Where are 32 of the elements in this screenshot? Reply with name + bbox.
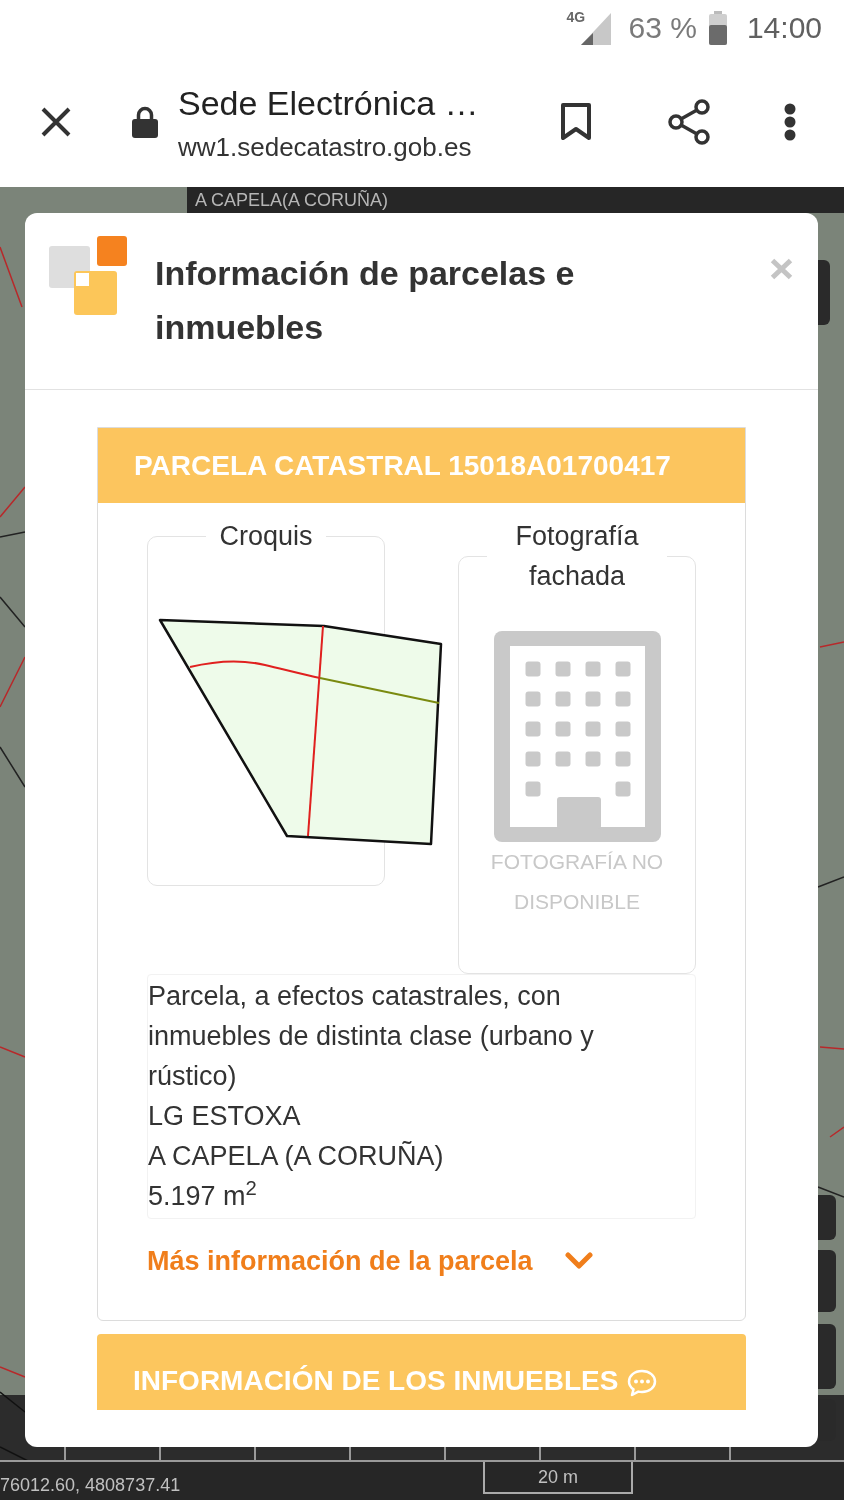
clock: 14:00 xyxy=(746,10,822,46)
speech-bubble-icon xyxy=(626,1368,659,1398)
cadastre-logo-icon xyxy=(48,235,128,316)
parcel-locality: LG ESTOXA xyxy=(148,1100,302,1133)
parcel-area: 5.197 m$^{2}$ xyxy=(148,1176,695,1216)
parcel-reference: PARCELA CATASTRAL 15018A01700417 xyxy=(134,448,671,483)
close-button[interactable] xyxy=(40,105,72,138)
bookmark-button[interactable] xyxy=(560,101,592,142)
share-button[interactable] xyxy=(668,98,710,145)
close-icon xyxy=(770,258,793,280)
photo-title: Fotografía fachada xyxy=(514,520,640,593)
building-icon xyxy=(493,631,661,842)
lock-icon xyxy=(132,105,158,138)
battery-icon xyxy=(708,11,727,45)
more-info-toggle[interactable]: Más información de la parcela xyxy=(147,1241,593,1281)
share-icon xyxy=(668,98,710,145)
page-url: ww1.sedecatastro.gob.es xyxy=(178,130,473,163)
sketch-title: Croquis xyxy=(218,520,314,553)
page-title: Sede Electrónica … xyxy=(178,82,480,124)
parcel-municipality: A CAPELA (A CORUÑA) xyxy=(148,1140,445,1173)
dialog-title: Información de parcelas e inmuebles xyxy=(155,253,576,348)
close-icon xyxy=(40,105,72,138)
scale-label: 20 m xyxy=(538,1466,578,1488)
map-coordinates: 76012.60, 4808737.41 xyxy=(0,1474,182,1496)
properties-header[interactable]: INFORMACIÓN DE LOS INMUEBLES xyxy=(97,1334,746,1410)
bookmark-icon xyxy=(560,101,592,142)
network-type: 4G xyxy=(566,9,586,25)
menu-button[interactable] xyxy=(784,102,796,141)
location-label: A CAPELA(A CORUÑA) xyxy=(195,189,389,211)
battery-percentage: 63 % xyxy=(628,10,697,46)
menu-icon xyxy=(784,102,796,141)
parcel-description: Parcela, a efectos catastrales, con inmuebles de distinta clase (urbano y rústico) xyxy=(148,980,595,1093)
